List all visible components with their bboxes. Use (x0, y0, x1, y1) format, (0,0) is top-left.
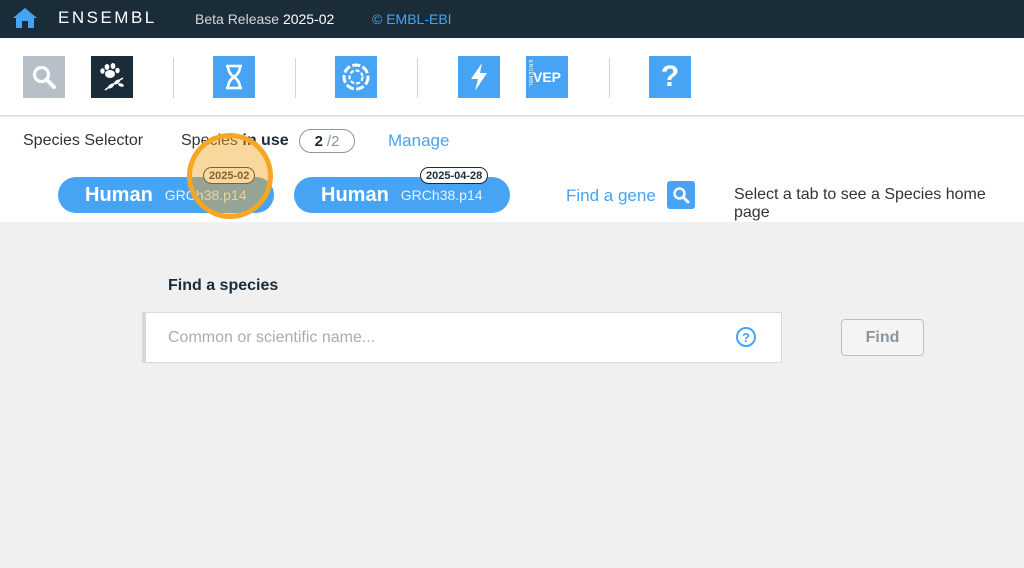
top-bar: ENSEMBL Beta Release 2025-02 © EMBL-EBI (0, 0, 1024, 38)
magnifier-icon (32, 65, 56, 89)
release-info: Beta Release 2025-02 (195, 11, 334, 27)
species-search-input[interactable] (168, 313, 728, 362)
blast-app-button[interactable] (458, 56, 500, 98)
species-tab-name: Human (85, 183, 153, 206)
species-search-field: ? (142, 312, 782, 363)
release-badge: 2025-04-28 (420, 167, 489, 184)
help-app-button[interactable]: ? (649, 56, 691, 98)
tree-app-button[interactable] (335, 56, 377, 98)
species-hint-text: Select a tab to see a Species home page (734, 186, 986, 221)
vep-app-button[interactable]: ENSEMBL VEP (526, 56, 568, 98)
apps-divider (173, 58, 174, 98)
apps-divider (295, 58, 296, 98)
copyright-link[interactable]: © EMBL-EBI (372, 11, 452, 27)
find-species-title: Find a species (168, 277, 279, 294)
species-count-pill: 2 /2 (299, 129, 355, 153)
species-bar: Species Selector Species in use 2 /2 Man… (0, 117, 1024, 222)
home-icon[interactable] (12, 7, 38, 29)
search-app-button[interactable] (23, 56, 65, 98)
apps-divider (609, 58, 610, 98)
release-label: Beta Release (195, 11, 280, 27)
find-gene-button[interactable] (667, 181, 695, 209)
vep-ensembl-label: ENSEMBL (527, 60, 533, 88)
help-question-icon[interactable]: ? (736, 327, 756, 347)
species-selector-link[interactable]: Species Selector (23, 132, 143, 150)
species-tab-name: Human (321, 183, 389, 206)
species-selector-app-button[interactable] (91, 56, 133, 98)
help-icon: ? (660, 60, 680, 93)
species-count-total: /2 (326, 132, 340, 150)
vep-label: VEP (532, 69, 561, 85)
lightning-icon (471, 63, 487, 91)
find-button[interactable]: Find (841, 319, 924, 356)
release-number: 2025-02 (282, 11, 335, 27)
manage-link[interactable]: Manage (388, 131, 449, 151)
species-tab-assembly: GRCh38.p14 (400, 187, 483, 203)
click-highlight-marker (187, 133, 273, 219)
find-gene-link[interactable]: Find a gene (566, 186, 656, 206)
magnifier-icon (673, 187, 690, 204)
paw-leaf-icon (100, 63, 124, 91)
apps-divider (417, 58, 418, 98)
genome-browser-app-button[interactable] (213, 56, 255, 98)
circular-tree-icon (342, 63, 370, 91)
dna-helix-icon (226, 64, 242, 90)
apps-bar: ENSEMBL VEP ? (0, 38, 1024, 116)
species-count-current: 2 (314, 132, 323, 150)
ensembl-logo[interactable]: ENSEMBL (58, 8, 157, 28)
